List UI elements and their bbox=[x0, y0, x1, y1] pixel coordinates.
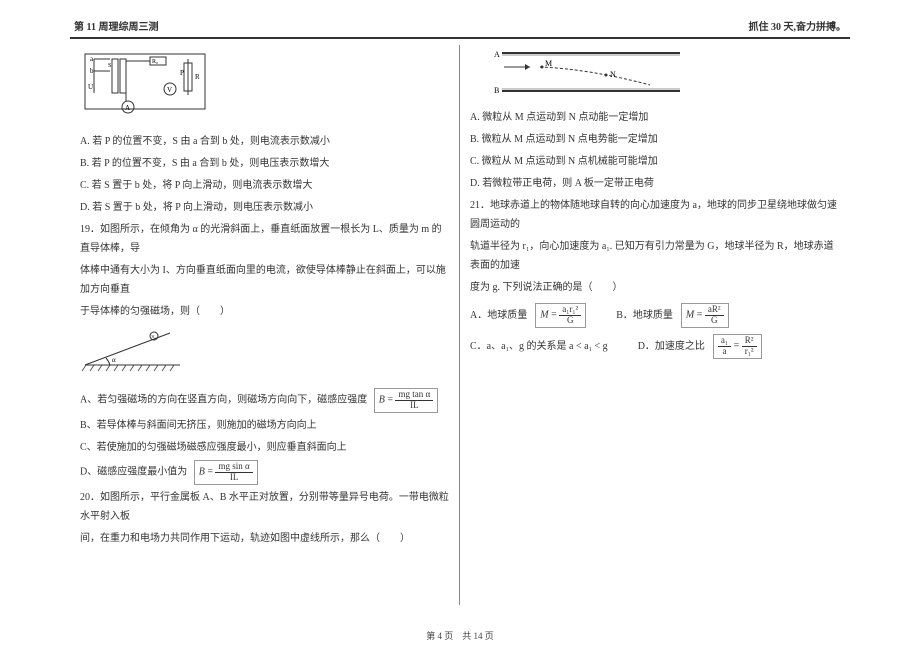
circuit-diagram: a b S U₁ R₀ R V P A bbox=[80, 49, 449, 126]
svg-text:N: N bbox=[610, 70, 616, 79]
header-left: 第 11 周理综周三测 bbox=[74, 18, 158, 33]
q20-option-a: A. 微粒从 M 点运动到 N 点动能一定增加 bbox=[470, 108, 840, 127]
q20-line1: 20．如图所示，平行金属板 A、B 水平正对放置，分别带等量异号电荷。一带电微粒… bbox=[80, 488, 449, 526]
q21-option-d: D．加速度之比 a₁ a = R² r₁² bbox=[638, 334, 762, 359]
header-rule bbox=[70, 37, 850, 39]
q20-option-d: D. 若微粒带正电荷，则 A 板一定带正电荷 bbox=[470, 174, 840, 193]
q20-option-b: B. 微粒从 M 点运动到 N 点电势能一定增加 bbox=[470, 130, 840, 149]
svg-text:b: b bbox=[90, 67, 94, 75]
right-column: A B M N A. 微粒从 M 点运动到 N 点动能一定增加 B. 微粒从 M… bbox=[460, 45, 850, 605]
q21-line3: 度为 g. 下列说法正确的是（ ） bbox=[470, 278, 840, 297]
q19-option-d: D、磁感应强度最小值为 B = mg sin α IL bbox=[80, 460, 449, 485]
page-footer: 第 4 页 共 14 页 bbox=[0, 629, 920, 642]
q19-line3: 于导体棒的匀强磁场，则（ ） bbox=[80, 302, 449, 321]
q19-line1: 19．如图所示，在倾角为 α 的光滑斜面上，垂直纸面放置一根长为 L、质量为 m… bbox=[80, 220, 449, 258]
content-columns: a b S U₁ R₀ R V P A bbox=[70, 45, 850, 605]
svg-text:R₀: R₀ bbox=[152, 59, 158, 65]
incline-diagram: × α bbox=[80, 325, 449, 382]
svg-text:×: × bbox=[151, 333, 155, 341]
svg-text:α: α bbox=[112, 356, 116, 364]
q21-option-b: B．地球质量 M = aR² G bbox=[616, 303, 728, 328]
q18-option-b: B. 若 P 的位置不变，S 由 a 合到 b 处，则电压表示数增大 bbox=[80, 154, 449, 173]
svg-text:U₁: U₁ bbox=[88, 83, 96, 91]
q20-option-c: C. 微粒从 M 点运动到 N 点机械能可能增加 bbox=[470, 152, 840, 171]
q21-row-ab: A．地球质量 M = a₁r₁² G B．地球质量 M = aR² bbox=[470, 303, 840, 328]
q21-line1: 21．地球赤道上的物体随地球自转的向心加速度为 a，地球的同步卫星绕地球做匀速圆… bbox=[470, 196, 840, 234]
svg-text:S: S bbox=[108, 63, 111, 69]
q19-line2: 体棒中通有大小为 I、方向垂直纸面向里的电流，欲使导体棒静止在斜面上，可以施加方… bbox=[80, 261, 449, 299]
q21-option-a: A．地球质量 M = a₁r₁² G bbox=[470, 303, 586, 328]
page: 第 11 周理综周三测 抓住 30 天,奋力拼搏。 a b S bbox=[0, 0, 920, 605]
svg-text:A: A bbox=[494, 50, 500, 59]
svg-text:a: a bbox=[90, 55, 94, 63]
svg-text:A: A bbox=[125, 104, 130, 112]
header-right: 抓住 30 天,奋力拼搏。 bbox=[749, 18, 847, 33]
svg-text:V: V bbox=[167, 86, 172, 94]
svg-text:M: M bbox=[545, 59, 552, 68]
formula-ratio: a₁ a = R² r₁² bbox=[713, 334, 762, 359]
svg-text:R: R bbox=[195, 73, 200, 81]
page-header: 第 11 周理综周三测 抓住 30 天,奋力拼搏。 bbox=[70, 18, 850, 37]
q18-option-d: D. 若 S 置于 b 处，将 P 向上滑动，则电压表示数减小 bbox=[80, 198, 449, 217]
q20-line2: 间，在重力和电场力共同作用下运动，轨迹如图中虚线所示，那么（ ） bbox=[80, 529, 449, 548]
q19-option-c: C、若使施加的匀强磁场磁感应强度最小，则应垂直斜面向上 bbox=[80, 438, 449, 457]
svg-text:P: P bbox=[180, 69, 184, 77]
svg-text:B: B bbox=[494, 86, 499, 95]
q21-line2: 轨道半径为 r₁，向心加速度为 a₁. 已知万有引力常量为 G，地球半径为 R，… bbox=[470, 237, 840, 275]
q21-option-c: C．a、a₁、g 的关系是 a < a₁ < g bbox=[470, 337, 608, 356]
left-column: a b S U₁ R₀ R V P A bbox=[70, 45, 460, 605]
q18-option-a: A. 若 P 的位置不变，S 由 a 合到 b 处，则电流表示数减小 bbox=[80, 132, 449, 151]
q21-row-cd: C．a、a₁、g 的关系是 a < a₁ < g D．加速度之比 a₁ a = … bbox=[470, 334, 840, 359]
q18-option-c: C. 若 S 置于 b 处，将 P 向上滑动，则电流表示数增大 bbox=[80, 176, 449, 195]
q19-option-a: A、若匀强磁场的方向在竖直方向，则磁场方向向下，磁感应强度 B = mg tan… bbox=[80, 388, 449, 413]
formula-mass-b: M = aR² G bbox=[681, 303, 729, 328]
plates-diagram: A B M N bbox=[490, 49, 840, 102]
formula-b-sin: B = mg sin α IL bbox=[194, 460, 258, 485]
formula-mass-a: M = a₁r₁² G bbox=[535, 303, 586, 328]
q19-option-b: B、若导体棒与斜面间无挤压，则施加的磁场方向向上 bbox=[80, 416, 449, 435]
formula-b-tan: B = mg tan α IL bbox=[374, 388, 438, 413]
